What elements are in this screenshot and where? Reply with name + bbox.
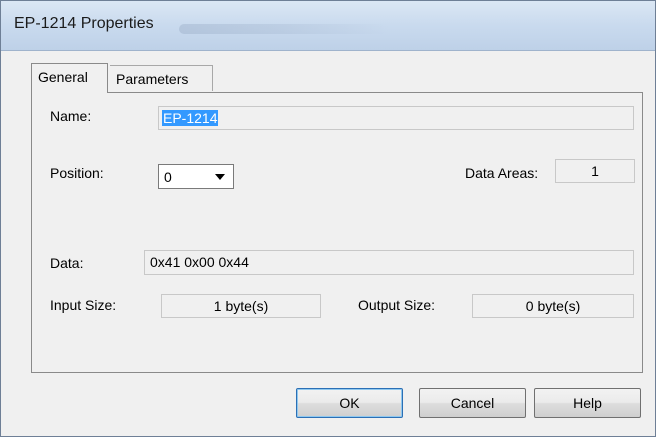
- data-field: 0x41 0x00 0x44: [144, 250, 634, 275]
- general-tab-panel: Name: EP-1214 Position: 0 Data Areas: 1 …: [31, 92, 643, 373]
- tab-parameters[interactable]: Parameters: [110, 65, 213, 91]
- window-title: EP-1214 Properties: [14, 15, 154, 32]
- data-areas-label: Data Areas:: [465, 165, 539, 181]
- position-select[interactable]: 0: [158, 164, 234, 189]
- output-size-value: 0 byte(s): [525, 298, 581, 314]
- ok-button[interactable]: OK: [296, 388, 403, 418]
- name-label: Name:: [50, 108, 92, 124]
- properties-dialog: EP-1214 Properties General Parameters Na…: [0, 0, 656, 437]
- data-label: Data:: [50, 255, 84, 271]
- cancel-button[interactable]: Cancel: [419, 388, 526, 418]
- input-size-label: Input Size:: [50, 297, 117, 313]
- output-size-label: Output Size:: [358, 297, 436, 313]
- data-value: 0x41 0x00 0x44: [150, 254, 249, 270]
- name-field[interactable]: EP-1214: [158, 106, 634, 130]
- input-size-value: 1 byte(s): [213, 298, 269, 314]
- tab-parameters-label: Parameters: [116, 71, 189, 87]
- chevron-down-icon[interactable]: [208, 166, 232, 187]
- position-value: 0: [164, 169, 172, 185]
- data-areas-field: 1: [555, 159, 635, 183]
- title-bar[interactable]: EP-1214 Properties: [1, 1, 655, 51]
- data-areas-value: 1: [591, 163, 599, 179]
- dialog-client-area: General Parameters Name: EP-1214 Positio…: [9, 51, 647, 428]
- output-size-field: 0 byte(s): [472, 294, 634, 318]
- tab-general[interactable]: General: [31, 63, 108, 93]
- input-size-field: 1 byte(s): [161, 294, 321, 318]
- tab-general-label: General: [38, 69, 88, 85]
- title-bar-background-ghost: [179, 24, 389, 34]
- position-label: Position:: [50, 165, 104, 181]
- name-value: EP-1214: [162, 110, 219, 126]
- help-button[interactable]: Help: [534, 388, 641, 418]
